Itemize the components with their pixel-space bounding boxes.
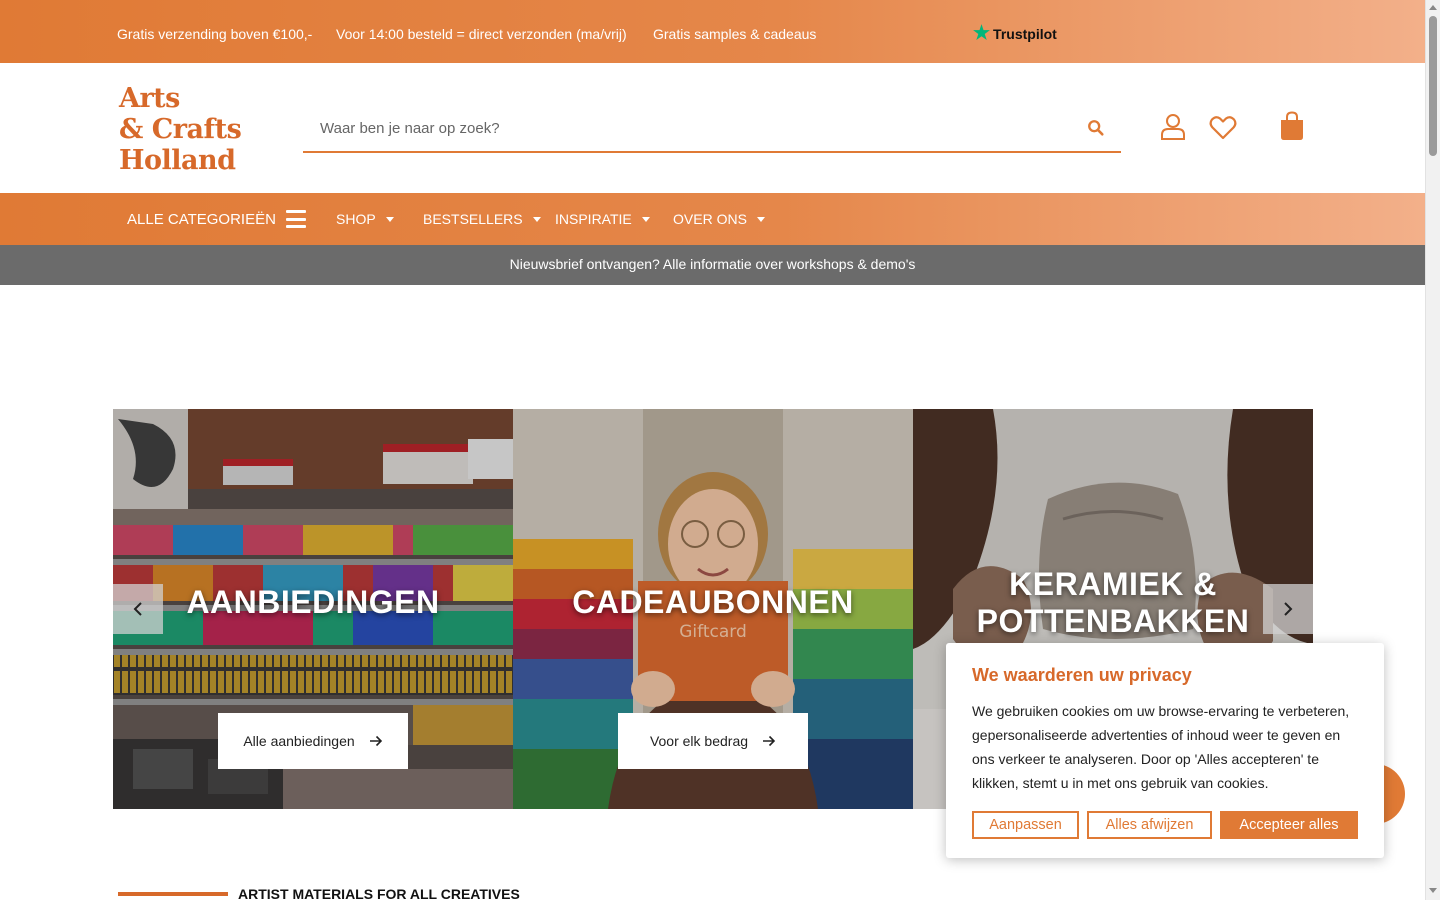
scroll-down-arrow-icon[interactable] [1429,888,1437,893]
newsletter-info-text: Nieuwsbrief ontvangen? Alle informatie o… [509,256,916,272]
logo-line-2: & Crafts [119,114,242,145]
all-categories-menu[interactable]: ALLE CATEGORIEËN [127,210,306,228]
usp-free-samples: Gratis samples & cadeaus [653,26,817,42]
nav-item-label: OVER ONS [673,211,747,227]
slide-button-label: Alle aanbiedingen [243,733,355,749]
slide-button-label: Voor elk bedrag [649,733,749,749]
search-input[interactable] [303,105,1063,151]
nav-item-bestsellers[interactable]: BESTSELLERS [423,211,541,227]
all-categories-label: ALLE CATEGORIEËN [127,210,276,228]
search-icon[interactable] [1087,119,1105,137]
usp-same-day-shipping: Voor 14:00 besteld = direct verzonden (m… [336,26,627,42]
page: Gratis verzending boven €100,- Voor 14:0… [0,0,1440,900]
top-usp-bar: Gratis verzending boven €100,- Voor 14:0… [0,0,1425,63]
section-heading-line [118,892,228,896]
logo-line-3: Holland [119,145,236,176]
caret-down-icon [756,216,765,222]
site-header: Arts & Crafts Holland [0,63,1425,193]
trustpilot-label: Trustpilot [993,25,1057,42]
slide-title: KERAMIEK & POTTENBAKKEN [976,566,1250,639]
nav-item-inspiratie[interactable]: INSPIRATIE [555,211,650,227]
account-icon[interactable] [1160,113,1186,141]
page-scrollbar[interactable] [1425,0,1440,900]
slide-cadeaubonnen[interactable]: Giftcard CADEAUBONNEN Voor elk bedrag [513,409,913,809]
nav-item-label: BESTSELLERS [423,211,523,227]
hamburger-icon [285,210,306,228]
scroll-up-arrow-icon[interactable] [1429,5,1437,10]
chevron-right-icon [1284,602,1293,616]
slider-prev-button[interactable] [113,584,163,634]
nav-item-shop[interactable]: SHOP [336,211,394,227]
section-heading-text: ARTIST MATERIALS FOR ALL CREATIVES [238,886,520,900]
trustpilot-badge[interactable]: ★ Trustpilot [973,24,1057,43]
slide-button-aanbiedingen[interactable]: Alle aanbiedingen [218,713,408,769]
section-heading: ARTIST MATERIALS FOR ALL CREATIVES [118,886,520,900]
slide-aanbiedingen[interactable]: AANBIEDINGEN Alle aanbiedingen [113,409,513,809]
slide-button-cadeaubonnen[interactable]: Voor elk bedrag [618,713,808,769]
caret-down-icon [532,216,541,222]
slide-title: AANBIEDINGEN [186,584,440,620]
trustpilot-star-icon: ★ [973,23,991,44]
cookie-title: We waarderen uw privacy [972,665,1192,685]
arrow-right-icon [369,735,382,747]
scrollbar-thumb[interactable] [1429,16,1437,156]
search-bar [303,105,1121,153]
logo-line-1: Arts [119,83,180,114]
cart-bag-icon[interactable] [1280,111,1304,141]
slider-next-button[interactable] [1263,584,1313,634]
arrow-right-icon [763,735,776,747]
caret-down-icon [641,216,650,222]
main-nav: ALLE CATEGORIEËN SHOP BESTSELLERS INSPIR… [0,193,1425,245]
slide-title: CADEAUBONNEN [572,584,854,620]
cookie-consent-dialog: We waarderen uw privacy We gebruiken coo… [946,643,1384,858]
chevron-left-icon [133,602,142,616]
nav-item-label: INSPIRATIE [555,211,632,227]
cookie-reject-button[interactable]: Alles afwijzen [1087,811,1212,839]
newsletter-info-bar[interactable]: Nieuwsbrief ontvangen? Alle informatie o… [0,245,1425,285]
usp-free-shipping: Gratis verzending boven €100,- [117,26,313,42]
nav-item-over-ons[interactable]: OVER ONS [673,211,765,227]
caret-down-icon [385,216,394,222]
site-logo[interactable]: Arts & Crafts Holland [119,83,242,176]
wishlist-heart-icon[interactable] [1209,115,1237,140]
cookie-accept-button[interactable]: Accepteer alles [1220,811,1358,839]
cookie-text: We gebruiken cookies om uw browse-ervari… [972,703,1350,791]
cookie-customize-button[interactable]: Aanpassen [972,811,1079,839]
nav-item-label: SHOP [336,211,376,227]
